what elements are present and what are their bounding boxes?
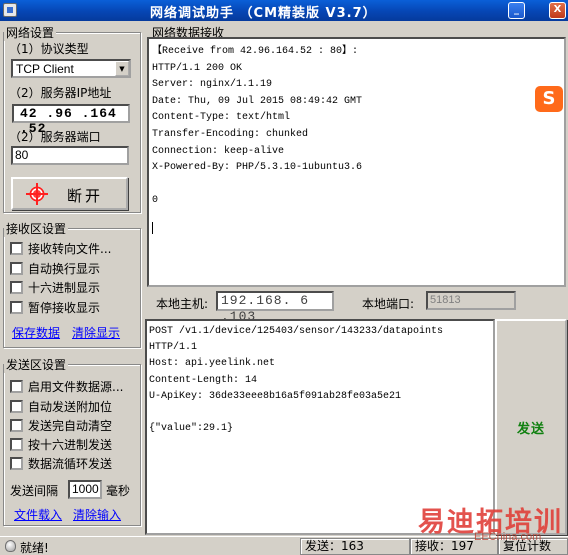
send-interval-label: 发送间隔 [10,484,59,498]
recv-option-checkbox[interactable] [10,242,23,255]
protocol-label: （1）协议类型 [9,42,89,56]
send-option-checkbox[interactable] [10,438,23,451]
recv-option-label: 暂停接收显示 [28,301,101,315]
server-ip-label: （2）服务器IP地址 [9,86,112,100]
watermark-url: EEChina.com [474,531,542,543]
send-option-label: 数据流循环发送 [28,457,113,471]
save-data-link[interactable]: 保存数据 [12,324,60,341]
send-option-checkbox[interactable] [10,380,23,393]
send-option-label: 按十六进制发送 [28,438,113,452]
send-option-checkbox[interactable] [10,400,23,413]
title-bar: 网络调试助手 （CM精装版 V3.7） _ X [0,0,568,21]
sent-count: 发送：163 [300,538,410,555]
clear-input-link[interactable]: 清除输入 [73,506,121,523]
connection-status-icon [26,183,48,205]
text-caret [152,222,153,234]
status-ready: 就绪! [20,541,49,555]
local-port-field: 51813 [426,291,516,310]
server-ip-input[interactable]: 42 .96 .164 .52 [12,104,130,136]
recv-option-checkbox[interactable] [10,301,23,314]
local-host-field[interactable]: 192.168. 6 .103 [216,291,334,324]
minimize-button[interactable]: _ [508,2,525,19]
send-option-label: 自动发送附加位 [28,400,113,414]
receive-settings-title: 接收区设置 [4,220,69,237]
protocol-value: TCP Client [16,62,74,76]
send-option-label: 发送完自动清空 [28,419,113,433]
disconnect-button[interactable]: 断开 [11,177,128,210]
send-label: 发送 [517,422,546,437]
server-port-label: （2）服务器端口 [9,130,101,144]
send-data-text: POST /v1.1/device/125403/sensor/143233/d… [149,326,444,435]
local-host-label: 本地主机: [156,297,209,311]
receive-text-area[interactable]: 【Receive from 42.96.164.52 : 80】: HTTP/1… [147,37,566,287]
disconnect-label: 断开 [67,187,104,205]
window-title: 网络调试助手 （CM精装版 V3.7） [150,6,377,21]
ime-logo-icon[interactable]: S [535,86,563,112]
send-interval-input[interactable]: 1000 [68,480,102,499]
received-data-text: 【Receive from 42.96.164.52 : 80】: HTTP/1… [152,46,363,207]
app-icon [3,3,17,17]
send-interval-unit: 毫秒 [106,484,131,498]
chevron-down-icon[interactable]: ▼ [115,61,129,76]
send-option-label: 启用文件数据源... [28,380,124,394]
close-button[interactable]: X [549,2,566,19]
recv-option-label: 接收转向文件... [28,242,112,256]
bulb-icon [5,540,16,552]
load-file-link[interactable]: 文件载入 [14,506,62,523]
clear-display-link[interactable]: 清除显示 [72,324,120,341]
network-settings-title: 网络设置 [4,24,57,41]
recv-option-checkbox[interactable] [10,262,23,275]
recv-option-checkbox[interactable] [10,281,23,294]
recv-option-label: 十六进制显示 [28,281,101,295]
server-port-input[interactable]: 80 [11,146,129,165]
send-settings-title: 发送区设置 [4,356,69,373]
recv-option-label: 自动换行显示 [28,262,101,276]
local-port-label: 本地端口: [362,297,415,311]
send-option-checkbox[interactable] [10,419,23,432]
send-option-checkbox[interactable] [10,457,23,470]
protocol-select[interactable]: TCP Client ▼ [11,59,131,78]
